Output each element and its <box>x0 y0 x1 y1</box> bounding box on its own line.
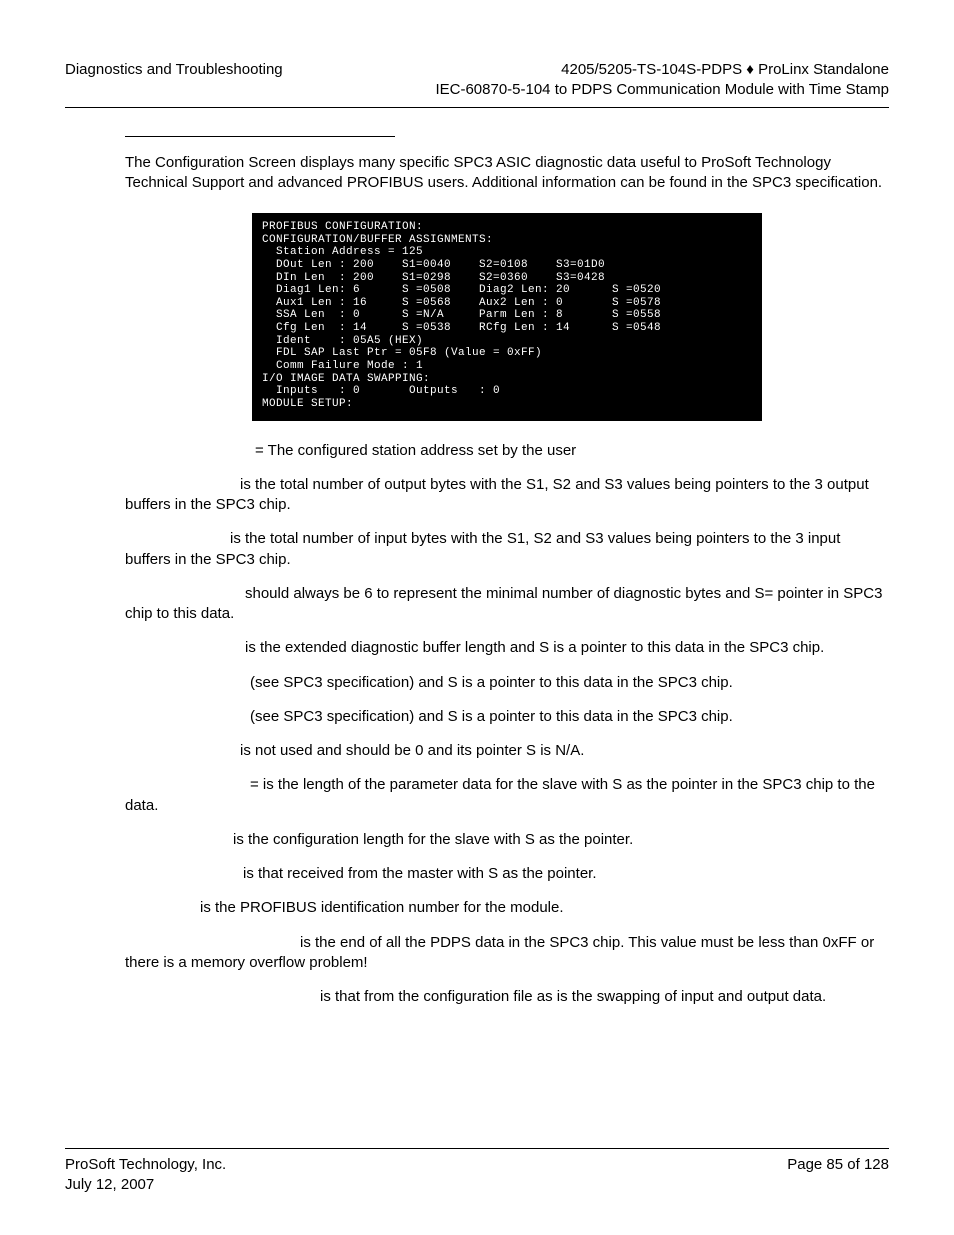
header-right: 4205/5205-TS-104S-PDPS ♦ ProLinx Standal… <box>435 60 889 101</box>
header-rule <box>65 107 889 108</box>
def-aux1-len: (see SPC3 specification) and S is a poin… <box>125 673 889 693</box>
def-din-len: is the total number of input bytes with … <box>125 529 889 570</box>
def-parm-len: = is the length of the parameter data fo… <box>125 775 889 816</box>
def-dout-len: is the total number of output bytes with… <box>125 475 889 516</box>
footer-page-number: Page 85 of 128 <box>787 1155 889 1196</box>
def-station-address: = The configured station address set by … <box>125 441 889 461</box>
section-rule <box>125 136 395 137</box>
def-fdl-sap: is the end of all the PDPS data in the S… <box>125 933 889 974</box>
footer-rule <box>65 1148 889 1149</box>
header-right-line1: 4205/5205-TS-104S-PDPS ♦ ProLinx Standal… <box>435 60 889 80</box>
def-rcfg-len: is that received from the master with S … <box>125 864 889 884</box>
def-comm-failure: is that from the configuration file as i… <box>125 987 889 1007</box>
def-ident: is the PROFIBUS identification number fo… <box>125 898 889 918</box>
def-aux2-len: (see SPC3 specification) and S is a poin… <box>125 707 889 727</box>
def-cfg-len: is the configuration length for the slav… <box>125 830 889 850</box>
header-right-line2: IEC-60870-5-104 to PDPS Communication Mo… <box>435 80 889 100</box>
def-ssa-len: is not used and should be 0 and its poin… <box>125 741 889 761</box>
footer-company: ProSoft Technology, Inc. <box>65 1155 226 1175</box>
footer-date: July 12, 2007 <box>65 1175 226 1195</box>
terminal-screenshot: PROFIBUS CONFIGURATION: CONFIGURATION/BU… <box>252 213 762 421</box>
footer-left: ProSoft Technology, Inc. July 12, 2007 <box>65 1155 226 1196</box>
page-footer: ProSoft Technology, Inc. July 12, 2007 P… <box>65 1148 889 1196</box>
intro-paragraph: The Configuration Screen displays many s… <box>125 153 889 194</box>
def-diag2-len: is the extended diagnostic buffer length… <box>125 638 889 658</box>
definitions: = The configured station address set by … <box>125 441 889 1008</box>
content: The Configuration Screen displays many s… <box>125 136 889 1008</box>
page-header: Diagnostics and Troubleshooting 4205/520… <box>65 60 889 101</box>
header-left: Diagnostics and Troubleshooting <box>65 60 283 101</box>
def-diag1-len: should always be 6 to represent the mini… <box>125 584 889 625</box>
